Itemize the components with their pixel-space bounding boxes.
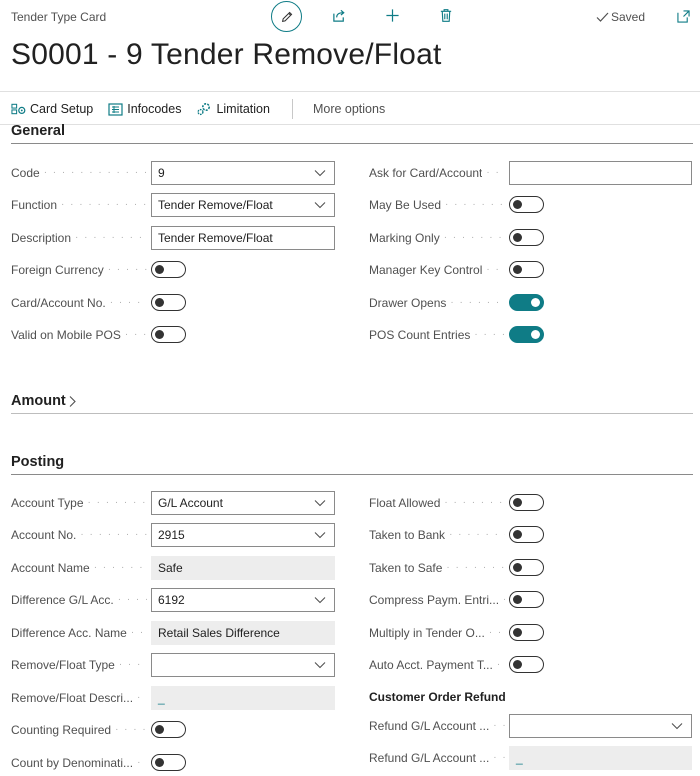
share-icon (332, 9, 345, 22)
refund-gl-account-2-readonly: _ (509, 746, 692, 770)
open-in-new-window-icon (676, 9, 690, 23)
chevron-down-icon (314, 202, 326, 209)
may-be-used-toggle[interactable] (509, 196, 544, 213)
plus-icon (385, 8, 399, 22)
new-button[interactable] (384, 7, 400, 23)
chevron-down-icon (314, 597, 326, 604)
function-field-label: Function (11, 193, 152, 217)
card-type-label: Tender Type Card (11, 10, 107, 24)
taken-to-safe-toggle[interactable] (509, 559, 544, 576)
more-options-action[interactable]: More options (313, 102, 385, 116)
trash-icon (440, 8, 452, 22)
edit-button[interactable] (271, 1, 302, 32)
count-by-denomination-toggle[interactable] (151, 754, 186, 771)
may-be-used-label: May Be Used (369, 193, 510, 217)
pos-count-entries-label: POS Count Entries (369, 323, 510, 347)
card-account-no-toggle[interactable] (151, 294, 186, 311)
float-allowed-toggle[interactable] (509, 494, 544, 511)
card-setup-label: Card Setup (30, 102, 94, 116)
difference-gl-acc-select[interactable]: 6192 (151, 588, 335, 612)
pos-count-entries-toggle[interactable] (509, 326, 544, 343)
float-allowed-label: Float Allowed (369, 491, 510, 515)
limitation-label: Limitation (216, 102, 270, 116)
limitation-gear-icon (197, 102, 211, 116)
difference-acc-name-readonly: Retail Sales Difference (151, 621, 335, 645)
remove-float-descr-readonly: _ (151, 686, 335, 710)
compress-paym-label: Compress Paym. Entri... (369, 588, 510, 612)
description-field-label: Description (11, 226, 152, 250)
manager-key-control-toggle[interactable] (509, 261, 544, 278)
delete-button[interactable] (438, 7, 454, 23)
account-type-label: Account Type (11, 491, 152, 515)
remove-float-descr-label: Remove/Float Descri... (11, 686, 152, 710)
page-title: S0001 - 9 Tender Remove/Float (11, 38, 442, 71)
posting-section-title[interactable]: Posting (11, 454, 64, 470)
valid-mobile-pos-label: Valid on Mobile POS (11, 323, 152, 347)
chevron-down-icon (314, 170, 326, 177)
taken-to-bank-label: Taken to Bank (369, 523, 510, 547)
infocodes-action[interactable]: Infocodes (108, 102, 181, 116)
chevron-down-icon (314, 662, 326, 669)
compress-paym-toggle[interactable] (509, 591, 544, 608)
counting-required-toggle[interactable] (151, 721, 186, 738)
function-select[interactable]: Tender Remove/Float (151, 193, 335, 217)
refund-gl-account-1-label: Refund G/L Account ... (369, 714, 510, 738)
amount-section-title: Amount (11, 393, 66, 409)
ask-card-account-input[interactable] (509, 161, 692, 185)
card-setup-action[interactable]: Card Setup (11, 102, 93, 116)
auto-acct-payment-label: Auto Acct. Payment T... (369, 653, 510, 677)
card-account-no-label: Card/Account No. (11, 291, 152, 315)
share-button[interactable] (331, 7, 347, 23)
refund-gl-account-2-label: Refund G/L Account ... (369, 746, 510, 770)
action-bar: Card Setup Infocodes Limitation More opt… (11, 99, 400, 119)
more-options-label: More options (312, 102, 386, 116)
multiply-in-tender-toggle[interactable] (509, 624, 544, 641)
foreign-currency-toggle[interactable] (151, 261, 186, 278)
description-input[interactable]: Tender Remove/Float (151, 226, 335, 250)
chevron-down-icon (314, 500, 326, 507)
marking-only-toggle[interactable] (509, 229, 544, 246)
taken-to-bank-toggle[interactable] (509, 526, 544, 543)
difference-acc-name-label: Difference Acc. Name (11, 621, 152, 645)
chevron-down-icon (314, 532, 326, 539)
account-name-readonly: Safe (151, 556, 335, 580)
account-type-select[interactable]: G/L Account (151, 491, 335, 515)
general-section-title[interactable]: General (11, 123, 65, 139)
manager-key-control-label: Manager Key Control (369, 258, 510, 282)
code-field-label: Code (11, 161, 152, 185)
chevron-down-icon (671, 723, 683, 730)
foreign-currency-label: Foreign Currency (11, 258, 152, 282)
count-by-denomination-label: Count by Denominati... (11, 751, 152, 775)
open-new-window-button[interactable] (675, 8, 691, 24)
account-no-select[interactable]: 2915 (151, 523, 335, 547)
account-no-label: Account No. (11, 523, 152, 547)
difference-gl-acc-label: Difference G/L Acc. (11, 588, 152, 612)
chevron-right-icon (69, 395, 76, 407)
infocodes-label: Infocodes (127, 102, 182, 116)
saved-label: Saved (611, 10, 646, 24)
checkmark-icon (596, 12, 609, 22)
marking-only-label: Marking Only (369, 226, 510, 250)
multiply-in-tender-label: Multiply in Tender O... (369, 621, 510, 645)
limitation-action[interactable]: Limitation (196, 102, 270, 116)
drawer-opens-label: Drawer Opens (369, 291, 510, 315)
taken-to-safe-label: Taken to Safe (369, 556, 510, 580)
remove-float-type-select[interactable] (151, 653, 335, 677)
drawer-opens-toggle[interactable] (509, 294, 544, 311)
refund-gl-account-1-select[interactable] (509, 714, 692, 738)
customer-order-refund-heading: Customer Order Refund (369, 690, 506, 704)
remove-float-type-label: Remove/Float Type (11, 653, 152, 677)
infocodes-icon (108, 102, 123, 116)
card-setup-icon (11, 103, 26, 115)
account-name-label: Account Name (11, 556, 152, 580)
amount-section-header[interactable]: Amount (11, 393, 77, 409)
saved-status: Saved (596, 10, 645, 24)
code-select[interactable]: 9 (151, 161, 335, 185)
valid-mobile-pos-toggle[interactable] (151, 326, 186, 343)
pencil-icon (281, 11, 292, 22)
ask-card-account-label: Ask for Card/Account (369, 161, 510, 185)
auto-acct-payment-toggle[interactable] (509, 656, 544, 673)
counting-required-label: Counting Required (11, 718, 152, 742)
